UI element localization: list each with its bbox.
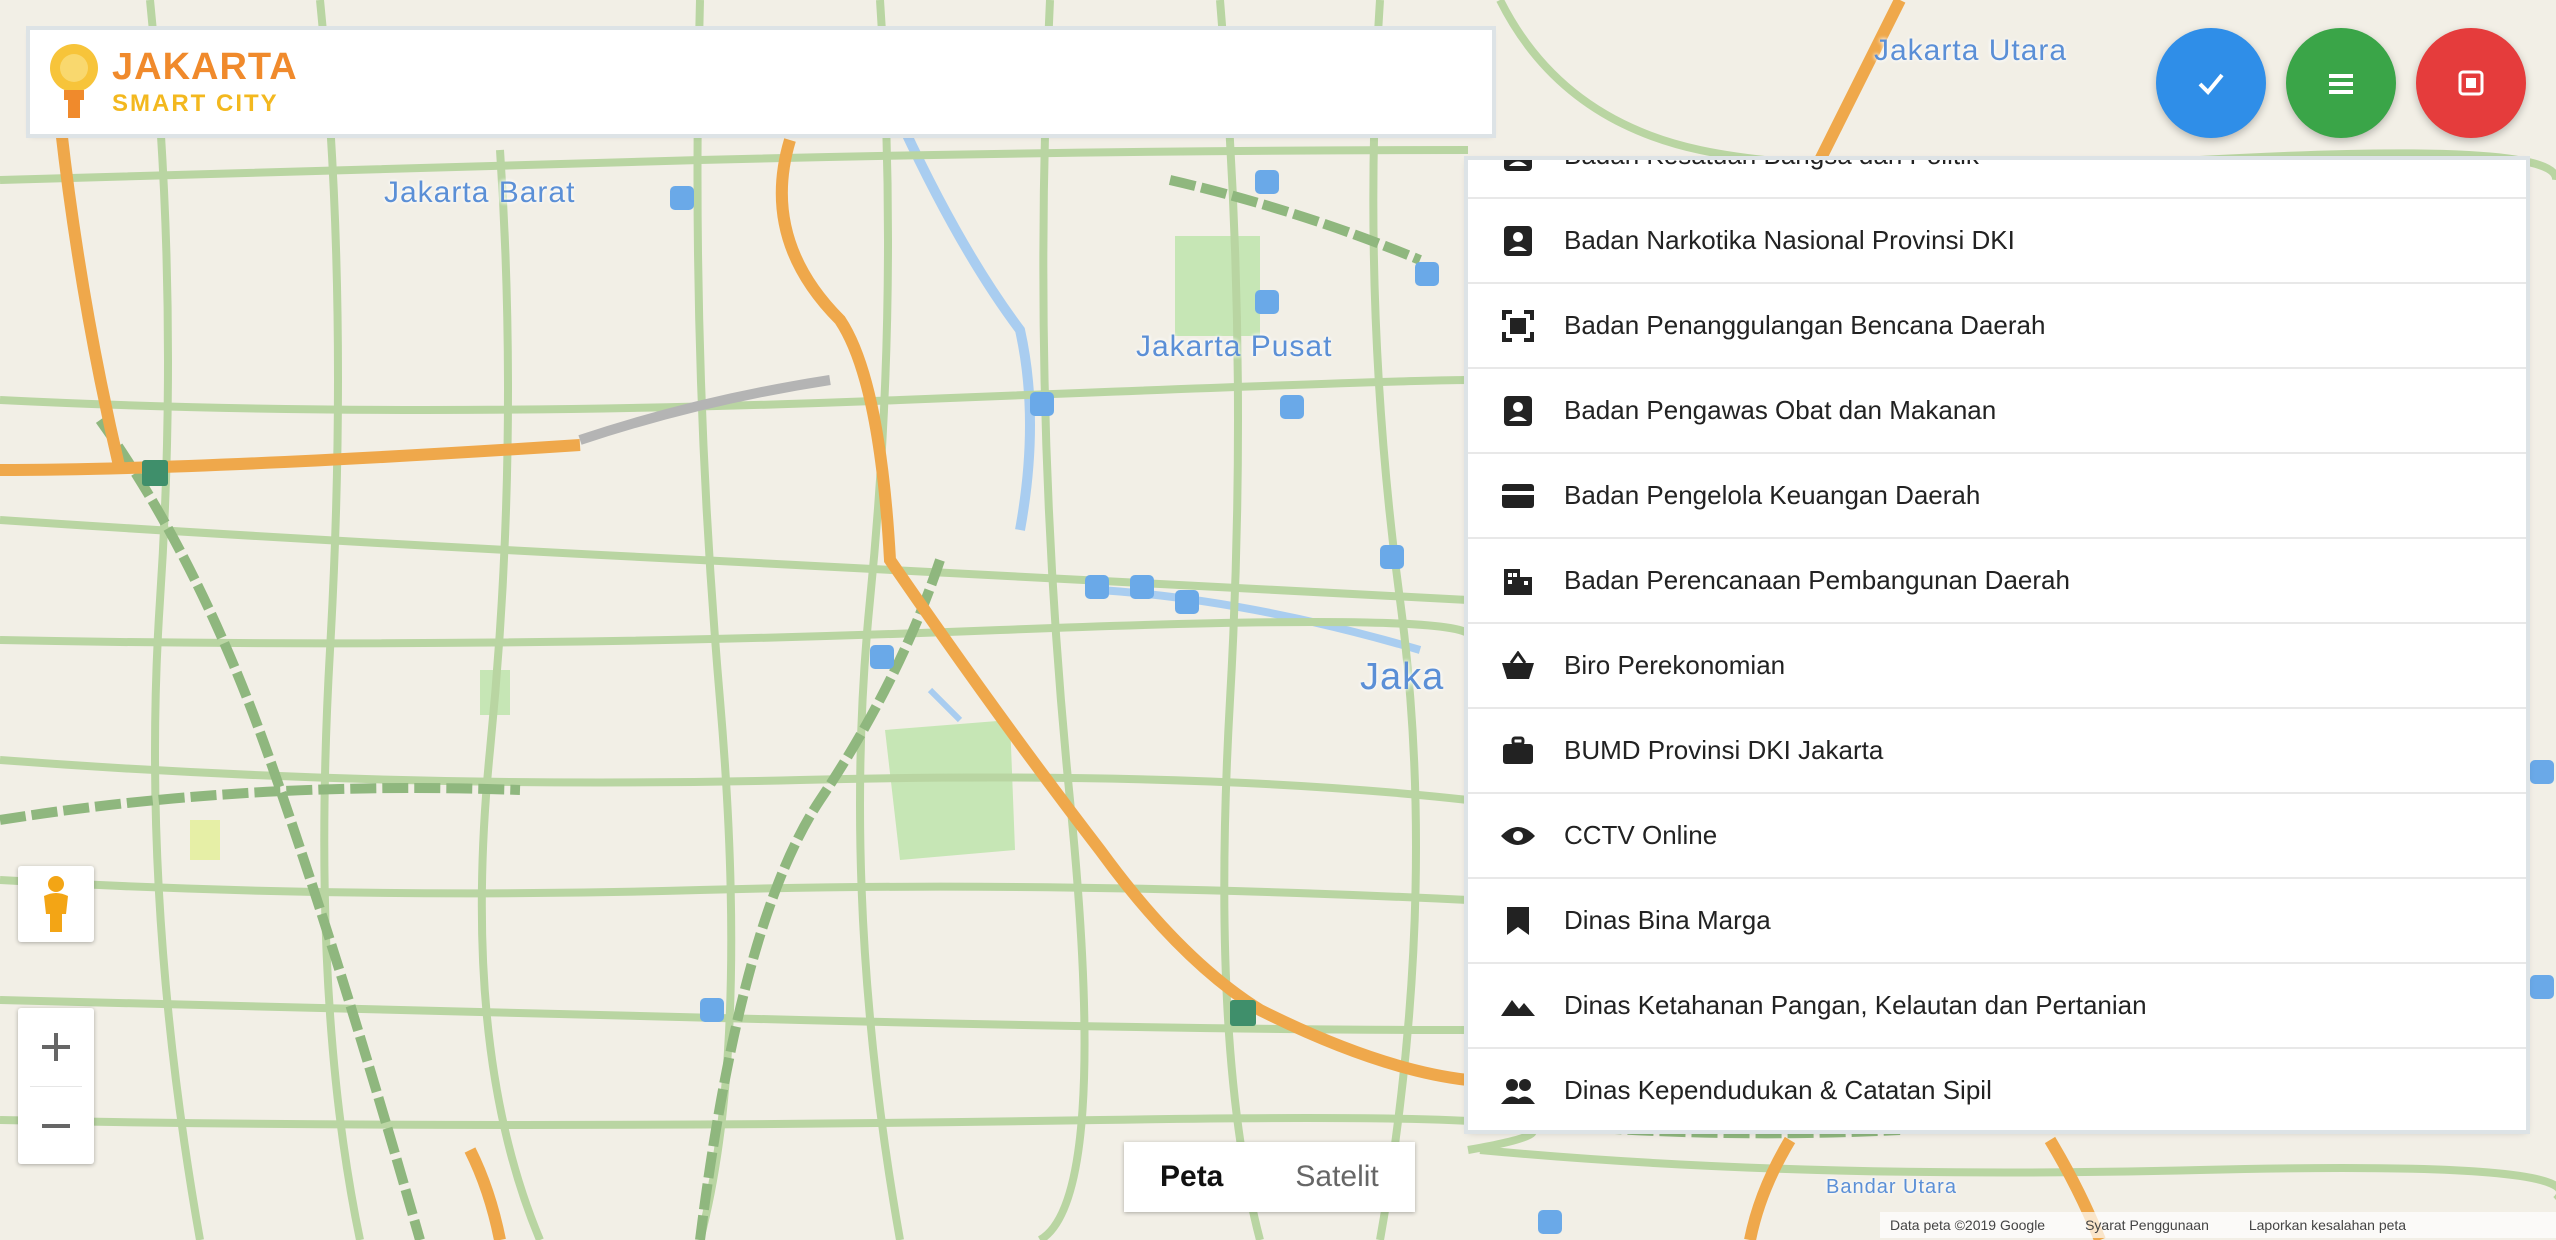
layer-item-label: Dinas Kependudukan & Catatan Sipil bbox=[1564, 1075, 1992, 1105]
check-button[interactable] bbox=[2156, 28, 2266, 138]
layer-dropdown-panel[interactable]: Badan Kesatuan Bangsa dan Politik Badan N… bbox=[1468, 160, 2526, 1130]
layer-item-label: Dinas Ketahanan Pangan, Kelautan dan Per… bbox=[1564, 990, 2147, 1020]
logo-title: JAKARTA bbox=[112, 46, 298, 88]
layer-item[interactable]: Dinas Kependudukan & Catatan Sipil bbox=[1468, 1049, 2526, 1130]
layer-item-label: Biro Perekonomian bbox=[1564, 650, 1786, 680]
attribution-terms-link[interactable]: Syarat Penggunaan bbox=[2085, 1217, 2209, 1233]
layer-item[interactable]: Badan Penanggulangan Bencana Daerah bbox=[1468, 284, 2526, 369]
minus-icon bbox=[42, 1124, 70, 1128]
map-attribution: Data peta ©2019 Google Syarat Penggunaan… bbox=[1880, 1212, 2556, 1238]
layer-item[interactable]: Badan Narkotika Nasional Provinsi DKI bbox=[1468, 199, 2526, 284]
layer-item-label: Badan Kesatuan Bangsa dan Politik bbox=[1564, 160, 1979, 171]
landscape-icon bbox=[1498, 986, 1538, 1026]
stop-button[interactable] bbox=[2416, 28, 2526, 138]
layer-item-label: CCTV Online bbox=[1564, 820, 1718, 850]
logo-subtitle: SMART CITY bbox=[112, 90, 279, 117]
layer-item[interactable]: Badan Pengawas Obat dan Makanan bbox=[1468, 369, 2526, 454]
basket-icon bbox=[1498, 646, 1538, 686]
layer-item-label: Badan Penanggulangan Bencana Daerah bbox=[1564, 310, 2046, 340]
eye-icon bbox=[1498, 816, 1538, 856]
layer-item[interactable]: BUMD Provinsi DKI Jakarta bbox=[1468, 709, 2526, 794]
zoom-out-button[interactable] bbox=[18, 1087, 94, 1165]
people-icon bbox=[1498, 1071, 1538, 1111]
layer-item-label: Badan Narkotika Nasional Provinsi DKI bbox=[1564, 225, 2015, 255]
id-badge-icon bbox=[1498, 391, 1538, 431]
jakarta-smart-city-logo[interactable]: JAKARTA SMART CITY bbox=[46, 40, 346, 124]
expand-frame-icon bbox=[1498, 306, 1538, 346]
plus-icon bbox=[42, 1033, 70, 1061]
id-badge-icon bbox=[1498, 221, 1538, 261]
bookmark-icon bbox=[1498, 901, 1538, 941]
id-badge-icon bbox=[1498, 160, 1538, 176]
layer-list: Badan Kesatuan Bangsa dan Politik Badan N… bbox=[1468, 160, 2526, 1130]
briefcase-icon bbox=[1498, 731, 1538, 771]
zoom-in-button[interactable] bbox=[18, 1008, 94, 1086]
map-label-jakarta-barat: Jakarta Barat bbox=[384, 176, 576, 209]
attribution-report-link[interactable]: Laporkan kesalahan peta bbox=[2249, 1217, 2406, 1233]
layer-item[interactable]: CCTV Online bbox=[1468, 794, 2526, 879]
map-label-jakarta-pusat: Jakarta Pusat bbox=[1136, 330, 1333, 363]
map-label-bandar: Bandar Utara bbox=[1826, 1176, 1957, 1198]
map-type-map-button[interactable]: Peta bbox=[1124, 1142, 1259, 1212]
layer-item-label: Badan Perencanaan Pembangunan Daerah bbox=[1564, 565, 2070, 595]
pegman-icon bbox=[44, 876, 68, 932]
map-type-satellite-button[interactable]: Satelit bbox=[1259, 1142, 1414, 1212]
map-type-toggle: Peta Satelit bbox=[1124, 1142, 1415, 1212]
layer-item[interactable]: Dinas Bina Marga bbox=[1468, 879, 2526, 964]
menu-icon bbox=[2329, 74, 2353, 94]
layer-item-label: Dinas Bina Marga bbox=[1564, 905, 1771, 935]
layer-item-label: Badan Pengelola Keuangan Daerah bbox=[1564, 480, 1981, 510]
map-label-jakarta-utara: Jakarta Utara bbox=[1874, 34, 2068, 67]
layer-item[interactable]: Biro Perekonomian bbox=[1468, 624, 2526, 709]
street-view-pegman[interactable] bbox=[18, 866, 94, 942]
wallet-icon bbox=[1498, 476, 1538, 516]
stop-icon bbox=[2458, 70, 2484, 96]
layer-item[interactable]: Badan Kesatuan Bangsa dan Politik bbox=[1468, 160, 2526, 199]
layer-item-label: BUMD Provinsi DKI Jakarta bbox=[1564, 735, 1884, 765]
check-icon bbox=[2198, 73, 2224, 95]
layer-item[interactable]: Dinas Ketahanan Pangan, Kelautan dan Per… bbox=[1468, 964, 2526, 1049]
map-label-jakarta-partial: Jaka bbox=[1360, 656, 1445, 698]
zoom-control bbox=[18, 1008, 94, 1164]
layer-item-label: Badan Pengawas Obat dan Makanan bbox=[1564, 395, 1997, 425]
lightbulb-icon bbox=[46, 40, 102, 124]
layer-item[interactable]: Badan Pengelola Keuangan Daerah bbox=[1468, 454, 2526, 539]
attribution-data: Data peta ©2019 Google bbox=[1890, 1217, 2046, 1233]
header-bar: JAKARTA SMART CITY bbox=[30, 30, 1492, 134]
building-icon bbox=[1498, 561, 1538, 601]
menu-button[interactable] bbox=[2286, 28, 2396, 138]
layer-item[interactable]: Badan Perencanaan Pembangunan Daerah bbox=[1468, 539, 2526, 624]
